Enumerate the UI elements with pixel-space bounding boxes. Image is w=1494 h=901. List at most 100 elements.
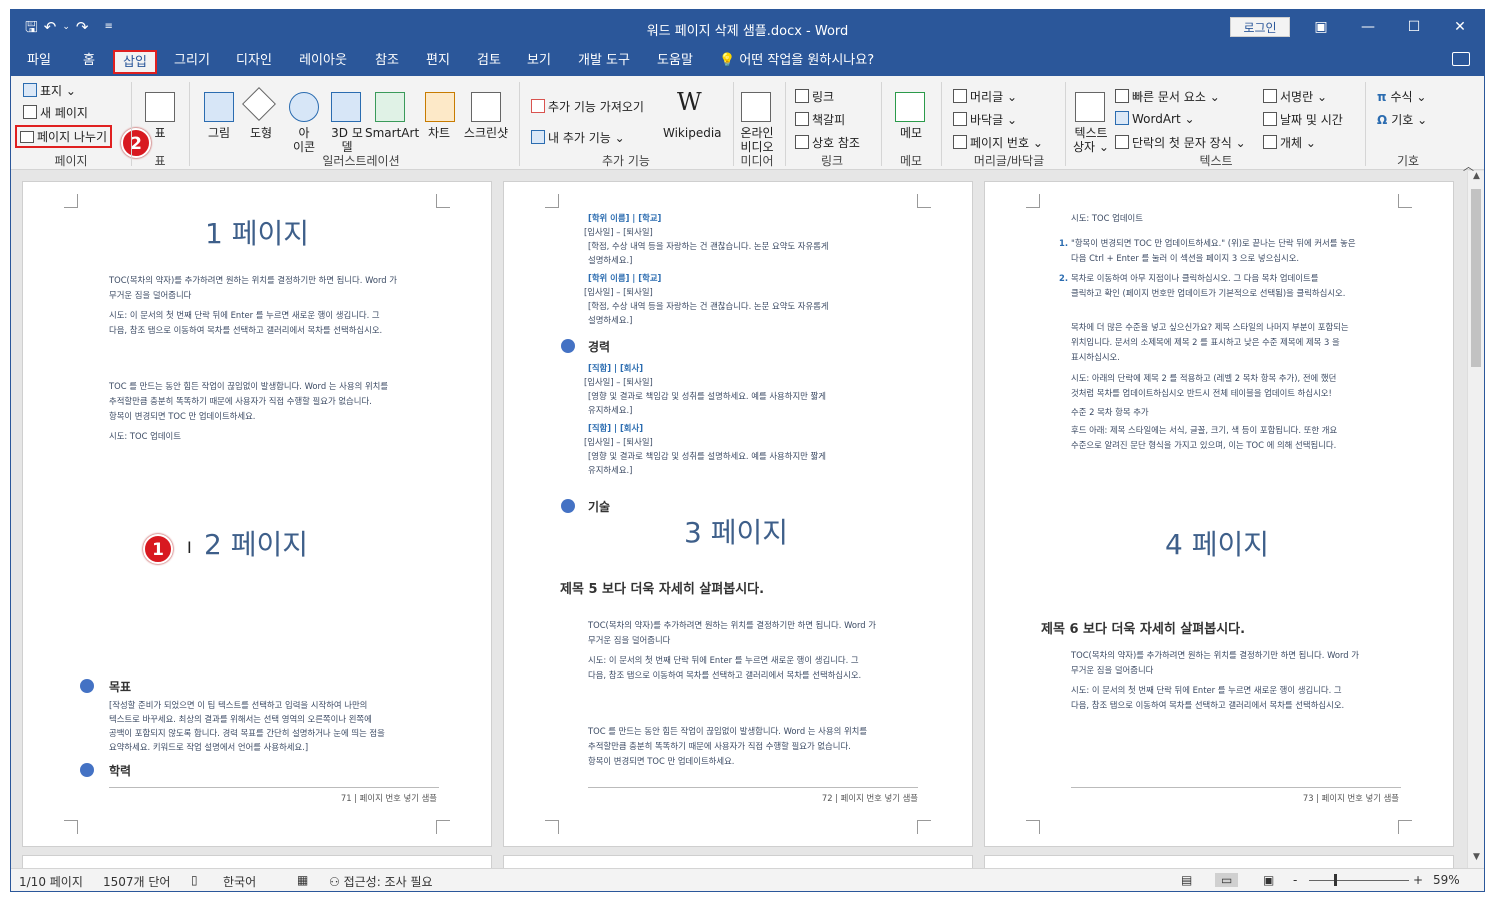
link-button[interactable]: 링크 <box>795 88 834 105</box>
quick-parts-button[interactable]: 빠른 문서 요소 ⌄ <box>1115 88 1220 105</box>
table-icon[interactable] <box>145 92 175 122</box>
comments-icon[interactable] <box>1452 52 1470 66</box>
my-addins-icon <box>531 130 545 144</box>
tab-draw[interactable]: 그리기 <box>167 50 217 74</box>
online-video-button-label[interactable]: 온라인 비디오 <box>735 126 779 154</box>
header-button[interactable]: 머리글 ⌄ <box>953 88 1017 105</box>
get-addins-button[interactable]: 추가 기능 가져오기 <box>531 98 644 115</box>
cover-page-button[interactable]: 표지 ⌄ <box>23 82 76 99</box>
wikipedia-button-label[interactable]: Wikipedia <box>663 126 722 140</box>
page-74[interactable] <box>22 855 492 868</box>
drop-cap-button[interactable]: 단락의 첫 문자 장식 ⌄ <box>1115 134 1246 151</box>
picture-button-label[interactable]: 그림 <box>199 126 239 140</box>
tab-help[interactable]: 도움말 <box>649 50 701 74</box>
document-area[interactable]: 1 페이지 TOC(목차의 약자)를 추가하려면 원하는 위치를 결정하기만 하… <box>11 171 1467 868</box>
chart-icon[interactable] <box>425 92 455 122</box>
ribbon-display-options-icon[interactable]: ▣ <box>1307 16 1335 38</box>
table-button-label[interactable]: 표 <box>143 126 177 140</box>
page-number-button[interactable]: 페이지 번호 ⌄ <box>953 134 1043 151</box>
web-layout-icon[interactable]: ▣ <box>1263 873 1274 887</box>
word-count[interactable]: 1507개 단어 <box>103 873 170 890</box>
tab-developer[interactable]: 개발 도구 <box>569 50 639 74</box>
scrollbar-thumb[interactable] <box>1471 189 1481 367</box>
print-layout-icon[interactable]: ▭ <box>1215 873 1239 887</box>
zoom-out-button[interactable]: - <box>1293 873 1297 887</box>
tab-layout[interactable]: 레이아웃 <box>291 50 355 74</box>
heading-5: 제목 5 보다 더욱 자세히 살펴봅시다. <box>560 582 765 597</box>
close-button[interactable]: ✕ <box>1446 16 1474 38</box>
zoom-slider-thumb[interactable] <box>1334 874 1337 886</box>
tab-home[interactable]: 홈 <box>71 50 107 74</box>
vertical-scrollbar[interactable]: ▲ ▼ <box>1467 171 1484 868</box>
blank-page-button[interactable]: 새 페이지 <box>23 104 88 121</box>
shapes-icon[interactable] <box>242 87 276 121</box>
screenshot-button-label[interactable]: 스크린샷 <box>459 126 513 140</box>
text-box-button-label[interactable]: 텍스트 상자 ⌄ <box>1069 126 1113 154</box>
tab-view[interactable]: 보기 <box>519 50 559 74</box>
section-heading: 목표 <box>109 680 132 694</box>
page-73[interactable]: 시도: TOC 업데이트 1. "항목이 변경되면 TOC 만 업데이트하세요.… <box>984 181 1454 847</box>
tell-me-search[interactable]: 💡 어떤 작업을 원하시나요? <box>719 50 889 74</box>
group-label-comments: 메모 <box>899 154 923 168</box>
smartart-button-label[interactable]: SmartArt <box>365 126 419 140</box>
text-box-icon[interactable] <box>1075 92 1105 122</box>
education-icon <box>80 763 94 777</box>
object-button[interactable]: 개체 ⌄ <box>1263 134 1316 151</box>
3d-models-icon[interactable] <box>331 92 361 122</box>
shapes-button-label[interactable]: 도형 <box>241 126 281 140</box>
wikipedia-icon[interactable]: W <box>677 88 702 116</box>
signature-line-button[interactable]: 서명란 ⌄ <box>1263 88 1327 105</box>
tab-design[interactable]: 디자인 <box>229 50 279 74</box>
page-72[interactable]: [학위 이름] | [학교] [입사일] – [퇴사일] [학점, 수상 내역 … <box>503 181 973 847</box>
accessibility-icon: ⚇ <box>329 875 344 889</box>
picture-icon[interactable] <box>204 92 234 122</box>
zoom-in-button[interactable]: + <box>1413 873 1423 887</box>
equation-button[interactable]: π 수식 ⌄ <box>1377 88 1426 105</box>
zoom-slider-track[interactable] <box>1309 880 1409 881</box>
page-count[interactable]: 1/10 페이지 <box>19 873 83 890</box>
cross-reference-button[interactable]: 상호 참조 <box>795 134 860 151</box>
3d-models-button-label[interactable]: 3D 모델 <box>325 126 369 154</box>
icons-button-label[interactable]: 아 이콘 <box>287 126 321 154</box>
my-addins-button[interactable]: 내 추가 기능 ⌄ <box>531 129 625 146</box>
tab-review[interactable]: 검토 <box>469 50 509 74</box>
comment-button-label[interactable]: 메모 <box>891 126 931 140</box>
paragraph-line: [영향 및 결과로 책임감 및 성취를 설명하세요. 예를 사용하지만 짧게 <box>588 451 826 461</box>
proofing-icon[interactable]: ▯ <box>191 873 198 887</box>
page-76[interactable] <box>984 855 1454 868</box>
paragraph-line: 것처럼 목차를 업데이트하십시오 반드시 전체 테이블을 업데이트 하십시오! <box>1071 388 1332 398</box>
scroll-up-icon[interactable]: ▲ <box>1468 171 1484 187</box>
tab-file[interactable]: 파일 <box>19 50 59 74</box>
title-bar: 🖫 ↶ ⌄ ↷ ≡ 워드 페이지 삭제 샘플.docx - Word 로그인 ▣… <box>11 10 1484 46</box>
page-break-button[interactable]: 페이지 나누기 <box>15 125 113 148</box>
tab-insert[interactable]: 삽입 <box>113 50 157 74</box>
tab-references[interactable]: 참조 <box>367 50 407 74</box>
online-video-icon[interactable] <box>741 92 771 122</box>
smartart-icon[interactable] <box>375 92 405 122</box>
bookmark-button[interactable]: 책갈피 <box>795 111 845 128</box>
ribbon-tabs: 파일 홈 삽입 그리기 디자인 레이아웃 참조 편지 검토 보기 개발 도구 도… <box>11 46 1484 76</box>
heading-6: 제목 6 보다 더욱 자세히 살펴봅시다. <box>1041 622 1246 637</box>
page-71[interactable]: 1 페이지 TOC(목차의 약자)를 추가하려면 원하는 위치를 결정하기만 하… <box>22 181 492 847</box>
tab-mailings[interactable]: 편지 <box>417 50 459 74</box>
wordart-button[interactable]: WordArt ⌄ <box>1115 111 1195 126</box>
read-mode-icon[interactable]: ▤ <box>1181 873 1192 887</box>
language[interactable]: 한국어 <box>223 873 256 890</box>
login-button[interactable]: 로그인 <box>1230 17 1290 37</box>
macro-recording-icon[interactable]: ▦ <box>297 873 308 887</box>
scroll-down-icon[interactable]: ▼ <box>1468 852 1484 868</box>
page-75[interactable] <box>503 855 973 868</box>
accessibility-status[interactable]: ⚇ 접근성: 조사 필요 <box>329 873 433 890</box>
footer-button[interactable]: 바닥글 ⌄ <box>953 111 1017 128</box>
maximize-button[interactable]: ☐ <box>1400 16 1428 38</box>
list-number: 1. <box>1059 238 1069 248</box>
minimize-button[interactable]: — <box>1354 16 1382 38</box>
zoom-level[interactable]: 59% <box>1433 873 1460 887</box>
icons-icon[interactable] <box>289 92 319 122</box>
date-time-button[interactable]: 날짜 및 시간 <box>1263 111 1343 128</box>
symbol-button[interactable]: Ω 기호 ⌄ <box>1377 111 1427 128</box>
comment-icon[interactable] <box>895 92 925 122</box>
screenshot-icon[interactable] <box>471 92 501 122</box>
group-label-header-footer: 머리글/바닥글 <box>973 154 1045 168</box>
chart-button-label[interactable]: 차트 <box>421 126 457 140</box>
